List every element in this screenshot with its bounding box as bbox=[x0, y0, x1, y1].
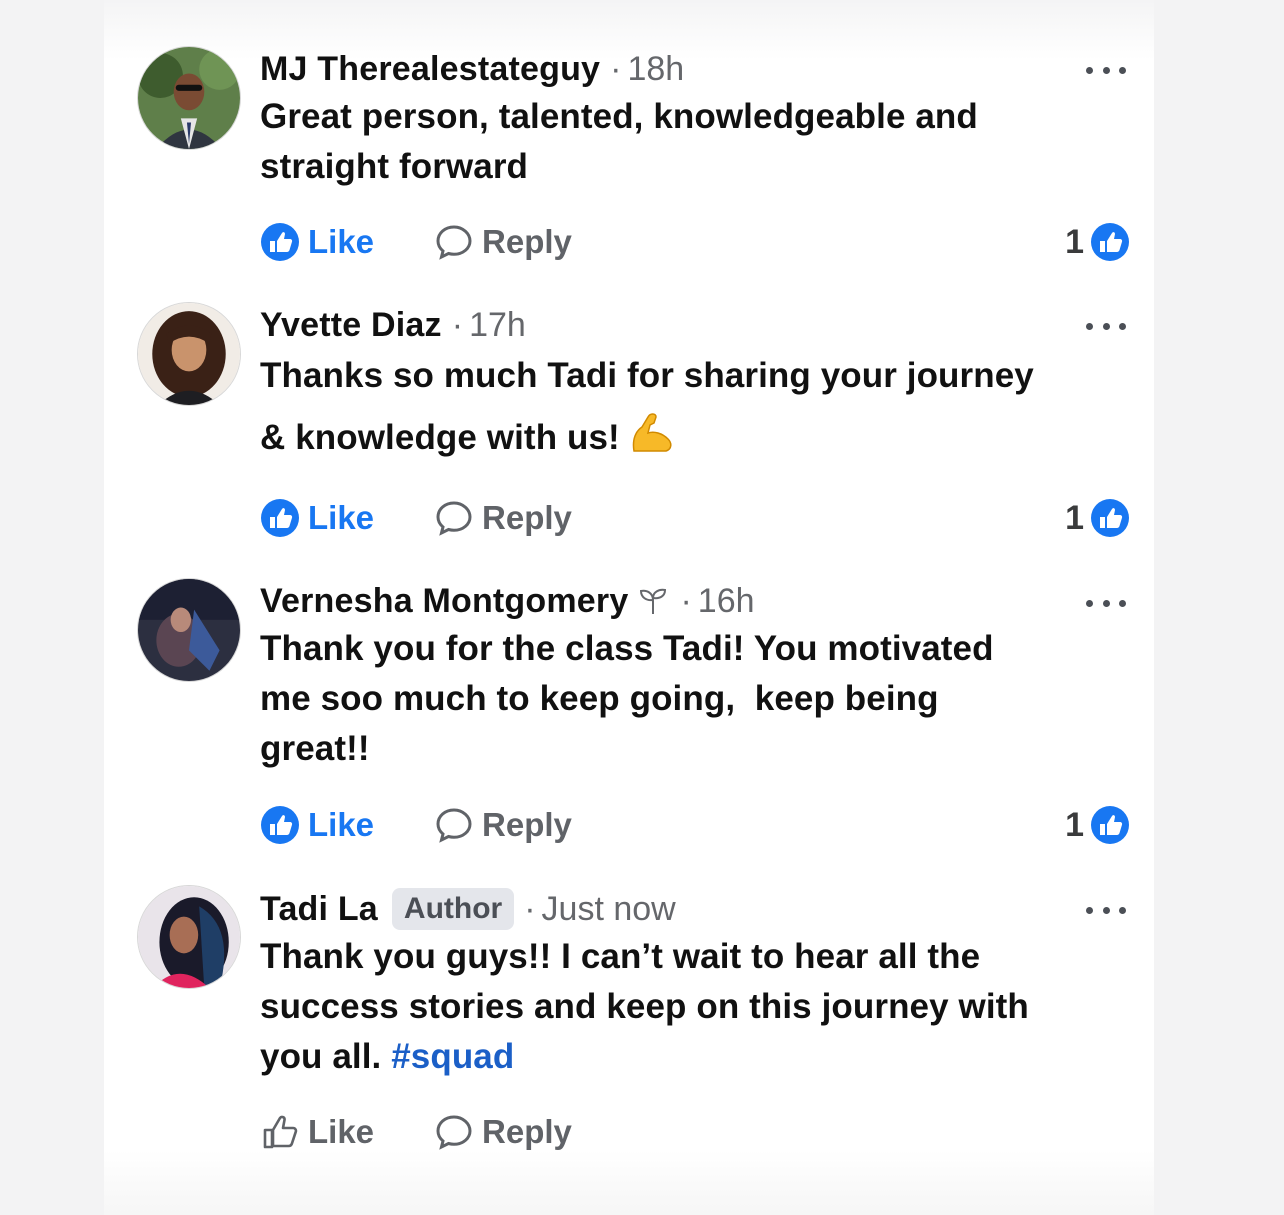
author-name[interactable]: Vernesha Montgomery bbox=[260, 582, 628, 621]
like-reaction-icon bbox=[1091, 806, 1129, 844]
reply-label: Reply bbox=[482, 806, 572, 843]
reply-label: Reply bbox=[482, 223, 572, 260]
comment-bubble-icon bbox=[436, 225, 472, 260]
comment-body: Tadi La Author · Just now Thank you guys… bbox=[260, 886, 1120, 1082]
author-name[interactable]: MJ Therealestateguy bbox=[260, 50, 600, 89]
reaction-count-value: 1 bbox=[1065, 498, 1084, 537]
comment-line: Thank you for the class Tadi! You motiva… bbox=[260, 629, 994, 668]
comment-line-with-hashtag: you all. #squad bbox=[260, 1032, 1120, 1082]
more-options-icon[interactable] bbox=[1086, 316, 1126, 336]
comment-line: straight forward bbox=[260, 147, 529, 186]
author-badge: Author bbox=[391, 888, 515, 930]
comment-line: & knowledge with us! bbox=[260, 418, 620, 457]
author-name[interactable]: Tadi La bbox=[260, 890, 378, 929]
comment-line: Thanks so much Tadi for sharing your jou… bbox=[260, 356, 1034, 395]
reply-label: Reply bbox=[482, 1113, 572, 1150]
comment-text: Thank you for the class Tadi! You motiva… bbox=[260, 624, 1120, 774]
separator-dot: · bbox=[451, 305, 464, 344]
comment-body: MJ Therealestateguy · 18h Great person, … bbox=[260, 46, 1120, 192]
like-label: Like bbox=[308, 223, 375, 260]
comment-text: Thanks so much Tadi for sharing your jou… bbox=[260, 348, 1120, 468]
reaction-count[interactable]: 1 bbox=[1065, 498, 1130, 538]
comment-line: Great person, talented, knowledgeable an… bbox=[260, 97, 978, 136]
comment-line: me soo much to keep going, keep being bbox=[260, 679, 939, 718]
like-reaction-icon bbox=[1091, 499, 1129, 537]
thumbs-up-outline-icon bbox=[263, 1115, 298, 1149]
comment-header: MJ Therealestateguy · 18h bbox=[260, 46, 1120, 92]
separator-dot: · bbox=[524, 889, 536, 928]
comment-bubble-icon bbox=[436, 501, 472, 536]
comment-bubble-icon bbox=[436, 808, 472, 843]
reply-button[interactable]: Reply bbox=[434, 498, 572, 538]
timestamp[interactable]: 17h bbox=[469, 306, 526, 345]
comment-actions: Like Reply 1 bbox=[260, 803, 1130, 847]
thumbs-up-filled-icon bbox=[261, 806, 299, 844]
more-options-icon[interactable] bbox=[1086, 60, 1126, 80]
thumbs-up-filled-icon bbox=[261, 223, 299, 261]
comment-line: you all. bbox=[260, 1037, 382, 1076]
avatar[interactable] bbox=[137, 302, 241, 406]
comment-header: Yvette Diaz · 17h bbox=[260, 302, 1120, 348]
comment-line: Thank you guys!! I can’t wait to hear al… bbox=[260, 937, 981, 976]
reply-button[interactable]: Reply bbox=[434, 222, 572, 262]
more-options-icon[interactable] bbox=[1086, 900, 1126, 920]
like-button[interactable]: Like bbox=[260, 498, 374, 538]
reply-button[interactable]: Reply bbox=[434, 1112, 572, 1152]
flexed-biceps-emoji bbox=[632, 413, 672, 452]
comment-line-with-emoji: & knowledge with us! bbox=[260, 408, 1120, 468]
reaction-count-value: 1 bbox=[1065, 805, 1084, 844]
avatar[interactable] bbox=[137, 46, 241, 150]
avatar[interactable] bbox=[137, 578, 241, 682]
timestamp[interactable]: 16h bbox=[698, 582, 755, 621]
hashtag-link[interactable]: #squad bbox=[391, 1037, 514, 1076]
like-button[interactable]: Like bbox=[260, 222, 374, 262]
comments-panel: MJ Therealestateguy · 18h Great person, … bbox=[104, 0, 1154, 1215]
comment-line: success stories and keep on this journey… bbox=[260, 987, 1029, 1026]
like-button[interactable]: Like bbox=[260, 805, 374, 845]
comment-actions: Like Reply 1 bbox=[260, 496, 1130, 540]
like-label: Like bbox=[308, 1113, 375, 1150]
comment-bubble-icon bbox=[436, 1115, 472, 1150]
comment-header: Vernesha Montgomery · 16h bbox=[260, 578, 1120, 624]
comment-text: Great person, talented, knowledgeable an… bbox=[260, 92, 1120, 192]
reaction-count-value: 1 bbox=[1065, 222, 1084, 261]
reaction-count[interactable]: 1 bbox=[1065, 805, 1130, 845]
more-options-icon[interactable] bbox=[1086, 593, 1126, 613]
like-button[interactable]: Like bbox=[260, 1112, 374, 1152]
comment-actions: Like Reply 1 bbox=[260, 220, 1130, 264]
thumbs-up-filled-icon bbox=[261, 499, 299, 537]
reply-button[interactable]: Reply bbox=[434, 805, 572, 845]
like-label: Like bbox=[308, 806, 375, 843]
sprout-icon bbox=[640, 588, 667, 614]
comment-line: great!! bbox=[260, 729, 370, 768]
reply-label: Reply bbox=[482, 499, 572, 536]
separator-dot: · bbox=[610, 49, 622, 88]
avatar[interactable] bbox=[137, 885, 241, 989]
like-label: Like bbox=[308, 499, 375, 536]
timestamp[interactable]: 18h bbox=[627, 50, 684, 89]
reaction-count[interactable]: 1 bbox=[1065, 222, 1130, 262]
separator-dot: · bbox=[680, 581, 692, 620]
comment-text: Thank you guys!! I can’t wait to hear al… bbox=[260, 932, 1120, 1082]
author-name[interactable]: Yvette Diaz bbox=[260, 306, 442, 345]
comment-body: Vernesha Montgomery · 16h Thank you for … bbox=[260, 578, 1120, 774]
comment-actions: Like Reply bbox=[260, 1110, 1130, 1154]
comment-body: Yvette Diaz · 17h Thanks so much Tadi fo… bbox=[260, 302, 1120, 468]
timestamp[interactable]: Just now bbox=[542, 890, 676, 929]
like-reaction-icon bbox=[1091, 223, 1129, 261]
comment-header: Tadi La Author · Just now bbox=[260, 886, 1120, 932]
